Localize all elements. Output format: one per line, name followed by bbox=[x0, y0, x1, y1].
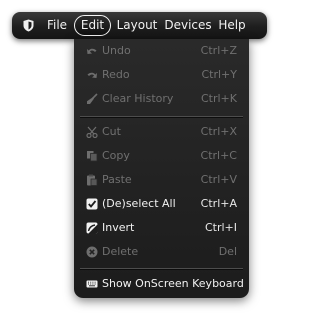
scissors-icon bbox=[86, 126, 98, 138]
delete-icon bbox=[86, 246, 98, 258]
shield-icon[interactable] bbox=[23, 19, 34, 32]
undo-icon bbox=[87, 48, 97, 54]
menu-bar: File Edit Layout Devices Help bbox=[12, 12, 267, 39]
menu-layout[interactable]: Layout bbox=[115, 15, 159, 36]
menu-item-shortcut: Ctrl+K bbox=[200, 92, 237, 105]
menu-item-label: Cut bbox=[102, 125, 121, 138]
menu-item-shortcut: Ctrl+C bbox=[200, 149, 237, 162]
menu-file[interactable]: File bbox=[44, 15, 70, 36]
menu-item-label: Redo bbox=[102, 68, 130, 81]
menu-item-paste[interactable]: Paste Ctrl+V bbox=[74, 168, 249, 192]
menu-item-shortcut: Ctrl+I bbox=[204, 221, 237, 234]
menu-item-label: Delete bbox=[102, 245, 139, 258]
edit-dropdown-menu: Undo Ctrl+Z Redo Ctrl+Y Clear History Ct… bbox=[74, 39, 249, 298]
menu-item-redo[interactable]: Redo Ctrl+Y bbox=[74, 63, 249, 87]
menu-item-deselect-all[interactable]: (De)select All Ctrl+A bbox=[74, 192, 249, 216]
broom-icon bbox=[87, 93, 98, 104]
menu-separator bbox=[80, 268, 243, 269]
menu-item-cut[interactable]: Cut Ctrl+X bbox=[74, 120, 249, 144]
menu-devices[interactable]: Devices bbox=[163, 15, 213, 36]
menu-item-shortcut: Del bbox=[218, 245, 237, 258]
menu-item-label: Show OnScreen Keyboard bbox=[102, 277, 244, 290]
menu-help[interactable]: Help bbox=[217, 15, 247, 36]
menu-item-delete[interactable]: Delete Del bbox=[74, 240, 249, 264]
copy-icon bbox=[87, 151, 98, 162]
keyboard-icon bbox=[86, 280, 98, 288]
menu-item-shortcut: Ctrl+X bbox=[200, 125, 237, 138]
checkbox-icon bbox=[86, 198, 98, 210]
menu-item-label: Paste bbox=[102, 173, 132, 186]
menu-item-onscreen-keyboard[interactable]: Show OnScreen Keyboard bbox=[74, 272, 249, 296]
menu-separator bbox=[80, 116, 243, 117]
paste-icon bbox=[87, 174, 98, 186]
menu-item-label: Invert bbox=[102, 221, 135, 234]
menu-item-invert[interactable]: Invert Ctrl+I bbox=[74, 216, 249, 240]
menu-item-undo[interactable]: Undo Ctrl+Z bbox=[74, 39, 249, 63]
menu-item-label: Copy bbox=[102, 149, 130, 162]
invert-icon bbox=[86, 222, 98, 234]
menu-item-label: (De)select All bbox=[102, 197, 176, 210]
menu-item-shortcut: Ctrl+A bbox=[200, 197, 237, 210]
redo-icon bbox=[87, 72, 97, 78]
menu-item-shortcut: Ctrl+Z bbox=[200, 44, 237, 57]
menu-edit[interactable]: Edit bbox=[74, 15, 111, 36]
menu-item-shortcut: Ctrl+Y bbox=[201, 68, 237, 81]
menu-item-label: Undo bbox=[102, 44, 131, 57]
menu-item-copy[interactable]: Copy Ctrl+C bbox=[74, 144, 249, 168]
menu-item-shortcut: Ctrl+V bbox=[200, 173, 237, 186]
menu-item-label: Clear History bbox=[102, 92, 174, 105]
menu-item-clear-history[interactable]: Clear History Ctrl+K bbox=[74, 87, 249, 111]
